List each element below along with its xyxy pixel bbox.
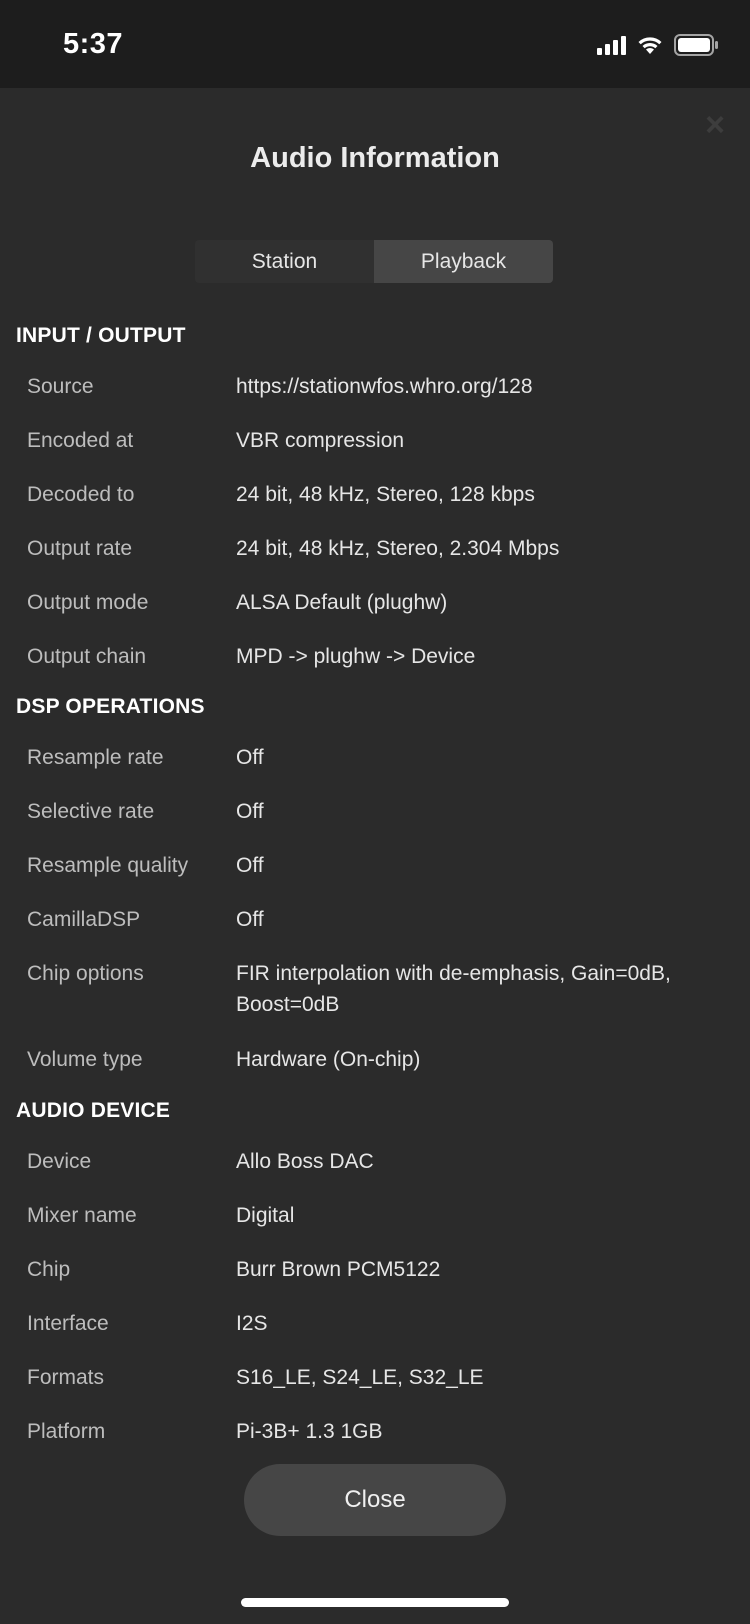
row-value-formats: S16_LE, S24_LE, S32_LE xyxy=(236,1366,484,1389)
close-button[interactable]: Close xyxy=(244,1464,506,1536)
row-value-chip-options: FIR interpolation with de-emphasis, Gain… xyxy=(236,962,671,1016)
row-label-output-rate: Output rate xyxy=(27,537,133,560)
row-label-decoded-to: Decoded to xyxy=(27,483,135,506)
close-icon[interactable]: × xyxy=(702,108,728,142)
row-value-encoded-at: VBR compression xyxy=(236,429,405,452)
tab-playback[interactable]: Playback xyxy=(374,240,553,283)
info-content[interactable]: INPUT / OUTPUT Source https://stationwfo… xyxy=(0,310,750,1440)
row-value-output-rate: 24 bit, 48 kHz, Stereo, 2.304 Mbps xyxy=(236,537,560,560)
wifi-icon xyxy=(638,37,662,54)
row-label-platform: Platform xyxy=(27,1420,106,1440)
section-title-dsp-operations: DSP OPERATIONS xyxy=(16,695,205,718)
row-label-device: Device xyxy=(27,1150,92,1173)
tab-bar: Station Playback xyxy=(195,240,553,283)
row-label-formats: Formats xyxy=(27,1366,105,1389)
cellular-signal-icon xyxy=(597,35,626,55)
row-value-device: Allo Boss DAC xyxy=(236,1150,374,1173)
home-indicator[interactable] xyxy=(241,1598,509,1607)
row-value-volume-type: Hardware (On-chip) xyxy=(236,1048,421,1071)
row-value-mixer-name: Digital xyxy=(236,1204,295,1227)
status-time: 5:37 xyxy=(63,28,124,60)
row-label-output-chain: Output chain xyxy=(27,645,147,668)
battery-icon xyxy=(674,34,718,56)
row-value-source: https://stationwfos.whro.org/128 xyxy=(236,375,533,398)
row-label-interface: Interface xyxy=(27,1312,109,1335)
row-label-encoded-at: Encoded at xyxy=(27,429,134,452)
row-label-chip-options: Chip options xyxy=(27,962,144,985)
row-label-selective-rate: Selective rate xyxy=(27,800,155,823)
row-value-output-mode: ALSA Default (plughw) xyxy=(236,591,448,614)
row-label-output-mode: Output mode xyxy=(27,591,149,614)
row-value-chip: Burr Brown PCM5122 xyxy=(236,1258,441,1281)
row-label-resample-quality: Resample quality xyxy=(27,854,189,877)
row-label-camilladsp: CamillaDSP xyxy=(27,908,141,931)
tab-station[interactable]: Station xyxy=(195,240,374,283)
status-icons xyxy=(597,32,720,58)
status-bar: 5:37 xyxy=(0,0,750,88)
section-title-input-output: INPUT / OUTPUT xyxy=(16,324,186,347)
row-value-resample-rate: Off xyxy=(236,746,264,769)
row-value-camilladsp: Off xyxy=(236,908,264,931)
row-value-resample-quality: Off xyxy=(236,854,264,877)
row-label-resample-rate: Resample rate xyxy=(27,746,164,769)
row-label-source: Source xyxy=(27,375,94,398)
row-value-platform: Pi-3B+ 1.3 1GB xyxy=(236,1420,383,1440)
row-value-output-chain: MPD -> plughw -> Device xyxy=(236,645,476,668)
row-value-decoded-to: 24 bit, 48 kHz, Stereo, 128 kbps xyxy=(236,483,535,506)
row-value-selective-rate: Off xyxy=(236,800,264,823)
section-title-audio-device: AUDIO DEVICE xyxy=(16,1099,171,1122)
dialog-title: Audio Information xyxy=(250,142,500,174)
row-label-mixer-name: Mixer name xyxy=(27,1204,137,1227)
row-label-volume-type: Volume type xyxy=(27,1048,143,1071)
row-label-chip: Chip xyxy=(27,1258,71,1281)
row-value-interface: I2S xyxy=(236,1312,268,1335)
